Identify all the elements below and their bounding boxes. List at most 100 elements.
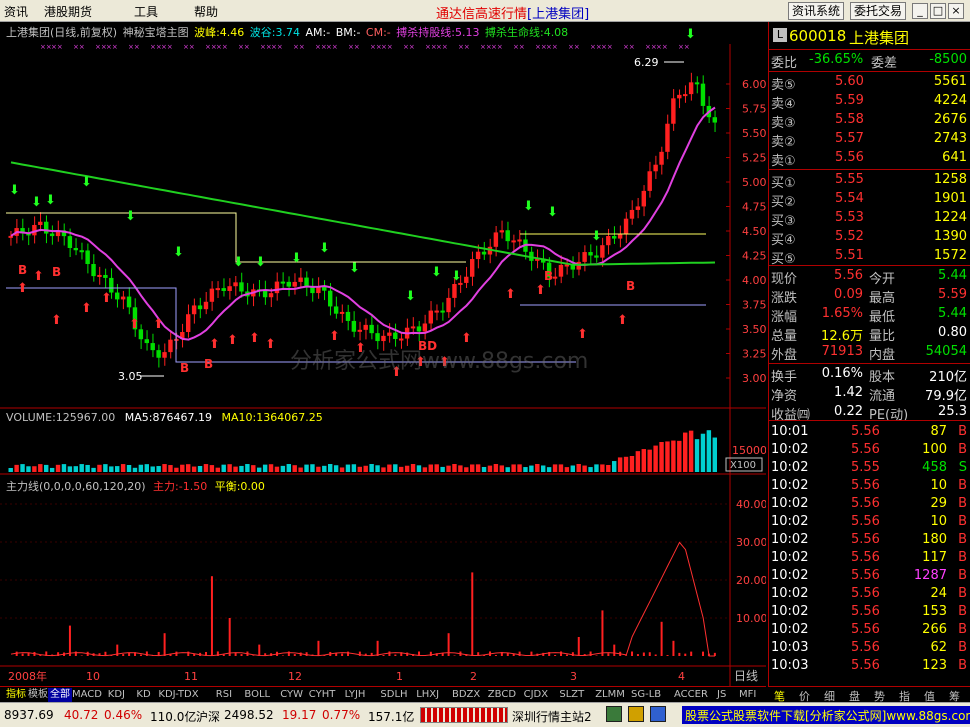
menu-item-info[interactable]: 资讯 — [4, 3, 28, 20]
indicator-tab[interactable]: RSI — [214, 688, 234, 702]
bid-row[interactable]: 买③ 5.53 1224 — [771, 210, 967, 229]
indicator-tab[interactable]: CJDX — [522, 688, 550, 702]
stat-label: 外盘 — [771, 348, 798, 363]
volume-bar — [416, 465, 422, 472]
main-force-bar — [222, 654, 225, 656]
tick-time: 10:02 — [771, 460, 809, 475]
menu-item-help[interactable]: 帮助 — [194, 3, 218, 20]
bid-row[interactable]: 买① 5.55 1258 — [771, 172, 967, 191]
indicator-tab[interactable]: KDJ — [106, 688, 127, 702]
ask-row[interactable]: 卖⑤ 5.60 5561 — [771, 74, 967, 93]
volume-bar — [470, 464, 475, 472]
main-force-bar — [471, 572, 474, 656]
volume-bar — [209, 465, 215, 472]
candle-body — [635, 206, 641, 210]
close-icon[interactable]: × — [948, 3, 964, 19]
status-bar: 8937.69 40.72 0.46% 110.0亿 沪深 2498.52 19… — [0, 702, 970, 727]
maximize-icon[interactable]: □ — [930, 3, 946, 19]
indicator-tab[interactable]: 模板 — [26, 688, 50, 702]
volume-bar — [653, 445, 658, 472]
tick-volume: 87 — [930, 424, 947, 439]
candle-body — [103, 274, 108, 278]
tick-row: 10:02 5.56 1287 B — [771, 568, 967, 586]
tick-price: 5.56 — [851, 478, 880, 493]
bid-row[interactable]: 买⑤ 5.51 1572 — [771, 248, 967, 267]
info-system-button[interactable]: 资讯系统 — [788, 2, 845, 20]
indicator-tab[interactable]: ZLMM — [593, 688, 627, 702]
bid-row[interactable]: 买② 5.54 1901 — [771, 191, 967, 210]
main-force-bar — [240, 654, 243, 656]
stat-row: 总量 12.6万 量比 0.80 — [771, 325, 967, 344]
info-icon[interactable] — [650, 706, 666, 722]
volume-bar — [257, 467, 262, 472]
trade-button[interactable]: 委托交易 — [850, 2, 907, 20]
indicator-tab[interactable]: BDZX — [450, 688, 482, 702]
bid-row[interactable]: 买④ 5.52 1390 — [771, 229, 967, 248]
ask-row[interactable]: 卖④ 5.59 4224 — [771, 93, 967, 112]
indicator-tab[interactable]: SG-LB — [629, 688, 663, 702]
indicator-tab[interactable]: 全部 — [48, 688, 72, 702]
indicator-tab[interactable]: CYW — [278, 688, 305, 702]
kline-chart-svg[interactable]: 6.00 5.75 5.50 5.25 5.00 4.75 4.50 4.25 4.00 3.75… — [0, 22, 768, 686]
stat-label: 最高 — [869, 291, 896, 306]
ask-row[interactable]: 卖③ 5.58 2676 — [771, 112, 967, 131]
menu-item-tools[interactable]: 工具 — [134, 3, 158, 20]
mf-tick-label: 30.00 — [736, 536, 766, 549]
divider — [769, 363, 970, 364]
chart-area[interactable]: 6.00 5.75 5.50 5.25 5.00 4.75 4.50 4.25 4.00 3.75… — [0, 22, 768, 686]
volume-bar — [481, 466, 487, 472]
volume-bar — [292, 465, 297, 472]
minimize-icon[interactable]: _ — [912, 3, 928, 19]
stat-label: 涨幅 — [771, 310, 798, 325]
candle-body — [73, 247, 78, 251]
indicator-tab[interactable]: SDLH — [378, 688, 409, 702]
indicator-tab[interactable]: LYJH — [343, 688, 368, 702]
volume-bar — [268, 464, 274, 472]
ad-banner[interactable]: 股票公式股票软件下载[分析家公式网]www.88gs.com — [682, 706, 970, 724]
volume-bar — [38, 464, 43, 472]
menu-item-hk-futures[interactable]: 港股期货 — [44, 3, 92, 20]
candle-body — [298, 277, 303, 282]
ask-price: 5.57 — [835, 131, 864, 146]
server-label[interactable]: 深圳行情主站2 — [512, 708, 592, 725]
candle-body — [505, 230, 510, 242]
candle-body — [470, 259, 475, 277]
indicator-tab[interactable]: KD — [134, 688, 152, 702]
indicator-tab[interactable]: MACD — [70, 688, 104, 702]
sz-pct: 0.77% — [322, 708, 361, 722]
candle-body — [558, 264, 564, 277]
volume-bar — [671, 440, 676, 472]
ask-row[interactable]: 卖① 5.56 641 — [771, 150, 967, 169]
indicator-tab[interactable]: 指标 — [4, 688, 28, 702]
volume-bar — [304, 464, 309, 472]
ask-row[interactable]: 卖② 5.57 2743 — [771, 131, 967, 150]
main-force-bar — [68, 625, 71, 656]
indicator-tab[interactable]: SLZT — [557, 688, 586, 702]
tick-price: 5.56 — [851, 604, 880, 619]
tick-side: B — [958, 424, 967, 439]
stock-logo-icon: L — [773, 28, 787, 42]
volume-bar — [251, 465, 256, 472]
volume-bar — [120, 464, 126, 472]
indicator-tab[interactable]: CYHT — [307, 688, 338, 702]
indicator-tab[interactable]: LHXJ — [414, 688, 441, 702]
indicator-tab[interactable]: BOLL — [242, 688, 272, 702]
candle-body — [694, 82, 700, 85]
bid-volume: 1572 — [933, 248, 967, 263]
indicator-tab[interactable]: ACCER — [672, 688, 710, 702]
volume-bar — [8, 468, 13, 472]
tick-volume: 1287 — [913, 568, 947, 583]
stat-value: 5.44 — [938, 306, 967, 321]
bid-volume: 1901 — [933, 191, 967, 206]
indicator-tab[interactable]: MFI — [737, 688, 758, 702]
indicator-tab[interactable]: JS — [715, 688, 728, 702]
candle-body — [665, 123, 670, 152]
candle-body — [221, 288, 226, 291]
fin-value: 210亿 — [929, 370, 967, 385]
indicator-tab[interactable]: ZBCD — [486, 688, 518, 702]
life-line-label: 搏杀生命线:4.08 — [484, 26, 569, 39]
volume-bar — [422, 467, 428, 472]
indicator-tab[interactable]: KDJ-TDX — [156, 688, 200, 702]
alert-icon[interactable] — [628, 706, 644, 722]
candle-body — [168, 339, 173, 353]
